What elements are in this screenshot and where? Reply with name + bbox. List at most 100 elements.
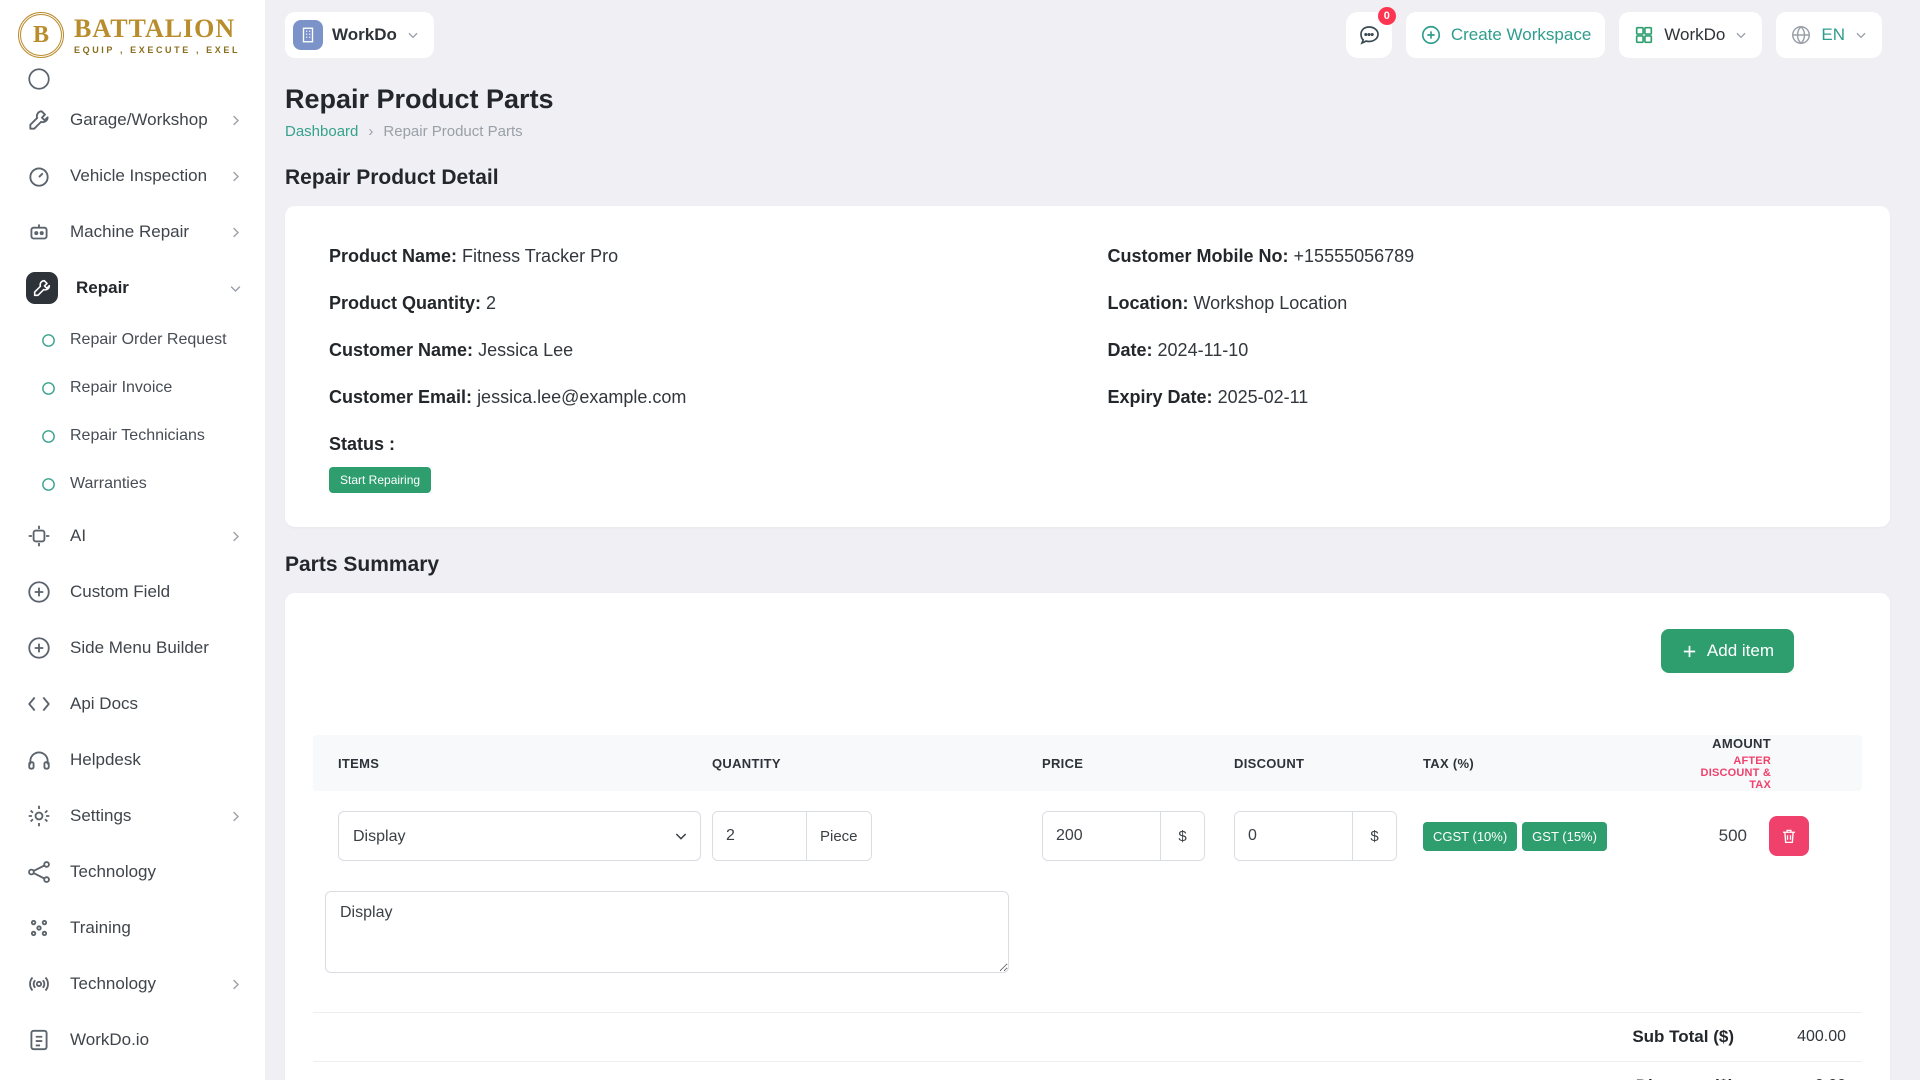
discount-input[interactable] (1235, 812, 1352, 860)
currency-addon: $ (1352, 812, 1396, 860)
price-group: $ (1042, 811, 1205, 861)
sidebar-item-machine-repair[interactable]: Machine Repair (0, 204, 265, 260)
column-discount: DISCOUNT (1234, 756, 1423, 771)
notification-badge: 0 (1378, 7, 1396, 25)
chevron-down-icon (1734, 28, 1748, 42)
item-cell: Display (338, 811, 712, 861)
sidebar-item-vehicle-inspection[interactable]: Vehicle Inspection (0, 148, 265, 204)
workspace-switcher[interactable]: WorkDo (285, 12, 434, 58)
price-input[interactable] (1043, 812, 1160, 860)
sidebar-item-workdo-io[interactable]: WorkDo.io (0, 1012, 265, 1068)
customer-name-field: Customer Name: Jessica Lee (329, 340, 1068, 361)
app-root: B BATTALION EQUIP , EXECUTE , EXEL Garag… (0, 0, 1920, 1080)
parts-summary-heading: Parts Summary (285, 553, 1890, 577)
wrench-icon (26, 107, 52, 133)
workspace-icon (293, 20, 323, 50)
breadcrumb-current: Repair Product Parts (383, 123, 522, 140)
sidebar-item-technology[interactable]: Technology (0, 844, 265, 900)
chat-icon (1357, 23, 1381, 47)
sidebar-item-repair[interactable]: Repair (0, 260, 265, 316)
sidebar-item-label: Repair Order Request (70, 331, 227, 349)
sidebar-item-training[interactable]: Training (0, 900, 265, 956)
globe-icon (1790, 24, 1812, 46)
sidebar-item-custom-field[interactable]: Custom Field (0, 564, 265, 620)
sidebar-item-side-menu-builder[interactable]: Side Menu Builder (0, 620, 265, 676)
trash-icon (1780, 827, 1798, 845)
sidebar-item-helpdesk[interactable]: Helpdesk (0, 732, 265, 788)
plus-icon (1681, 643, 1698, 660)
amount-cell: 500 (1683, 816, 1837, 856)
amount-value: 500 (1719, 826, 1747, 846)
topbar-right: 0 Create Workspace WorkDo (1346, 12, 1882, 58)
price-cell: $ (1042, 811, 1234, 861)
parts-table-row: Display Piece (313, 791, 1862, 861)
sidebar-item-clipped[interactable] (0, 66, 265, 92)
tax-cell: CGST (10%) GST (15%) (1423, 822, 1683, 851)
topbar: WorkDo 0 Create Workspace (265, 0, 1920, 70)
create-workspace-button[interactable]: Create Workspace (1406, 12, 1605, 58)
circle-icon (26, 66, 52, 92)
grid-icon (1633, 24, 1655, 46)
main-area: WorkDo 0 Create Workspace (265, 0, 1920, 1080)
breadcrumb: Dashboard › Repair Product Parts (285, 123, 1890, 140)
chevron-right-icon (228, 529, 243, 544)
sidebar-item-label: Technology (70, 974, 156, 994)
add-item-button[interactable]: Add item (1661, 629, 1794, 673)
discount-total-row: Discount ($) 0.00 (313, 1061, 1862, 1080)
item-select[interactable]: Display (338, 811, 701, 861)
circle-plus-icon (26, 579, 52, 605)
tax-badge-gst: GST (15%) (1522, 822, 1607, 851)
brand-logo[interactable]: B BATTALION EQUIP , EXECUTE , EXEL (0, 0, 265, 66)
column-quantity: QUANTITY (712, 756, 1042, 771)
customer-mobile-field: Customer Mobile No: +15555056789 (1108, 246, 1847, 267)
chevron-down-icon (228, 281, 243, 296)
brand-text: BATTALION EQUIP , EXECUTE , EXEL (74, 16, 240, 55)
quantity-input[interactable] (713, 812, 806, 860)
subtotal-label: Sub Total ($) (1632, 1027, 1734, 1047)
sidebar-menu: Garage/Workshop Vehicle Inspection Mac (0, 66, 265, 1068)
sidebar-item-label: Technology (70, 862, 156, 882)
sidebar-item-ai[interactable]: AI (0, 508, 265, 564)
sidebar-item-repair-technicians[interactable]: Repair Technicians (0, 412, 265, 460)
wrench-icon (26, 272, 58, 304)
chevron-right-icon (228, 113, 243, 128)
sidebar-item-technology-2[interactable]: Technology (0, 956, 265, 1012)
subtotal-value: 400.00 (1734, 1028, 1846, 1046)
column-amount: AMOUNT AFTER DISCOUNT & TAX (1683, 736, 1837, 791)
brand-name: BATTALION (74, 16, 240, 42)
expiry-date-field: Expiry Date: 2025-02-11 (1108, 387, 1847, 408)
language-label: EN (1821, 25, 1845, 45)
sidebar-item-label: Custom Field (70, 582, 170, 602)
delete-row-button[interactable] (1769, 816, 1809, 856)
unit-addon: Piece (806, 812, 871, 860)
chevron-right-icon (228, 977, 243, 992)
sidebar-item-warranties[interactable]: Warranties (0, 460, 265, 508)
app-menu-label: WorkDo (1664, 25, 1725, 45)
status-badge[interactable]: Start Repairing (329, 467, 431, 493)
sidebar-item-repair-invoice[interactable]: Repair Invoice (0, 364, 265, 412)
language-selector[interactable]: EN (1776, 12, 1882, 58)
code-icon (26, 691, 52, 717)
quantity-cell: Piece (712, 811, 1042, 861)
sidebar-item-api-docs[interactable]: Api Docs (0, 676, 265, 732)
chevron-right-icon (228, 169, 243, 184)
breadcrumb-dashboard-link[interactable]: Dashboard (285, 123, 358, 140)
messages-button[interactable]: 0 (1346, 12, 1392, 58)
gear-icon (26, 803, 52, 829)
workspace-label: WorkDo (332, 25, 397, 45)
item-select-wrap: Display (338, 811, 701, 861)
brand-tagline: EQUIP , EXECUTE , EXEL (74, 45, 240, 55)
app-menu-button[interactable]: WorkDo (1619, 12, 1762, 58)
sidebar-item-label: Repair Technicians (70, 427, 205, 445)
sidebar-item-settings[interactable]: Settings (0, 788, 265, 844)
detail-left-column: Product Name: Fitness Tracker Pro Produc… (329, 246, 1068, 493)
chevron-right-icon (228, 809, 243, 824)
sidebar-item-label: Training (70, 918, 131, 938)
broadcast-icon (26, 971, 52, 997)
sidebar-item-label: Repair (76, 278, 129, 298)
sidebar-item-repair-order-request[interactable]: Repair Order Request (0, 316, 265, 364)
item-description-textarea[interactable]: Display (325, 891, 1009, 973)
sidebar-item-garage-workshop[interactable]: Garage/Workshop (0, 92, 265, 148)
breadcrumb-separator-icon: › (368, 123, 373, 140)
repair-detail-card: Product Name: Fitness Tracker Pro Produc… (285, 206, 1890, 527)
